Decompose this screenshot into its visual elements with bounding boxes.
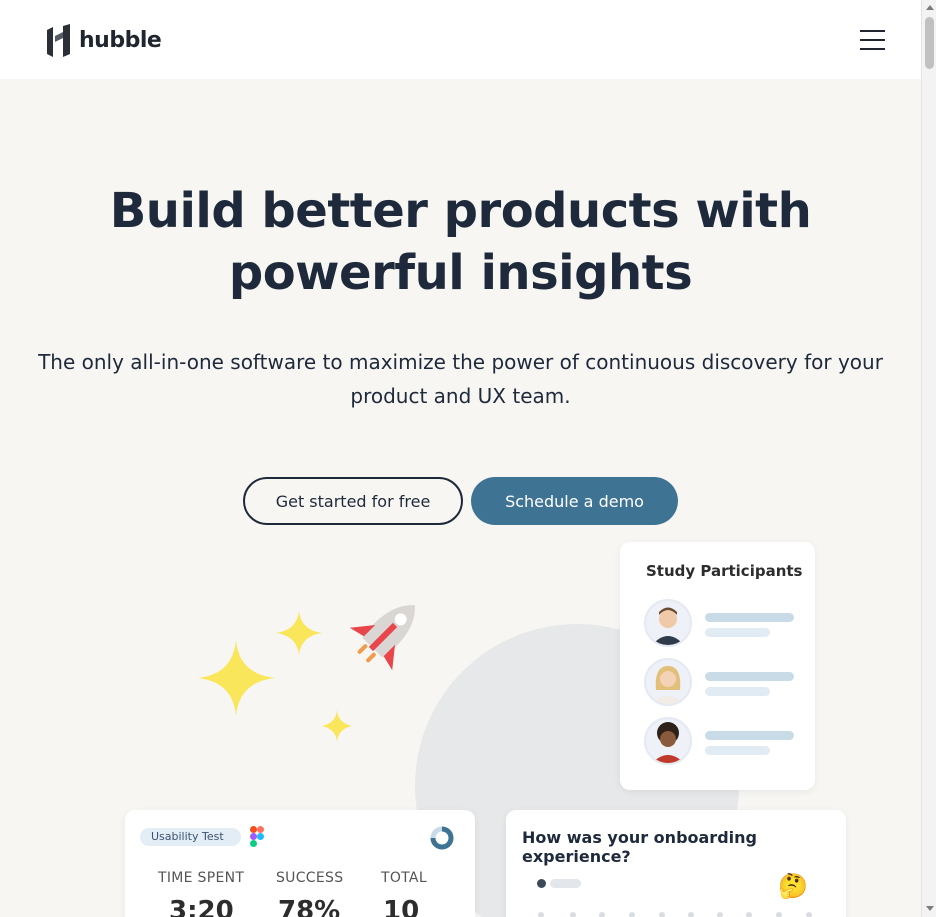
subline-line-1: The only all-in-one software to maximize… [38, 350, 883, 374]
scrollbar-thumb[interactable] [925, 17, 934, 69]
scroll-up-arrow-icon[interactable] [926, 5, 934, 10]
usability-badge: Usability Test [140, 828, 241, 846]
avatar [644, 717, 692, 765]
progress-donut-icon [430, 826, 454, 850]
figma-icon [250, 826, 264, 847]
hubble-logo-icon [47, 24, 70, 57]
survey-option-dot[interactable] [537, 879, 546, 888]
usability-test-card: Usability Test TIME SPENT 3:20 SUCCESS 7… [125, 810, 475, 917]
participant-row [644, 658, 804, 706]
study-participants-card: Study Participants [620, 542, 815, 790]
survey-option-bar [550, 879, 581, 888]
stat-value-total: 10 [383, 896, 420, 917]
stat-label-success: SUCCESS [276, 870, 344, 886]
scroll-down-arrow-icon[interactable] [926, 906, 934, 911]
avatar [644, 658, 692, 706]
get-started-button[interactable]: Get started for free [243, 477, 463, 525]
avatar [644, 599, 692, 647]
participant-row [644, 717, 804, 765]
survey-question: How was your onboarding experience? [522, 828, 757, 866]
stat-label-time-spent: TIME SPENT [158, 870, 245, 886]
site-header: hubble [0, 0, 921, 79]
subline-line-2: product and UX team. [350, 384, 571, 408]
brand-name: hubble [79, 28, 162, 53]
hero-headline: Build better products with powerful insi… [0, 180, 921, 304]
participants-title: Study Participants [646, 562, 803, 580]
stat-value-time-spent: 3:20 [169, 896, 234, 917]
stat-value-success: 78% [278, 896, 341, 917]
hero-subline: The only all-in-one software to maximize… [30, 345, 891, 413]
hamburger-menu-icon[interactable] [860, 28, 886, 52]
thinking-face-icon: 🤔 [778, 872, 808, 900]
sparkle-stars-icon [198, 611, 352, 742]
rocket-icon [349, 605, 415, 671]
stat-label-total: TOTAL [381, 870, 427, 886]
headline-line-1: Build better products with [109, 183, 812, 239]
participant-row [644, 599, 804, 647]
brand-logo[interactable]: hubble [47, 24, 162, 57]
vertical-scrollbar[interactable] [921, 0, 936, 917]
schedule-demo-button[interactable]: Schedule a demo [471, 477, 678, 525]
headline-line-2: powerful insights [228, 245, 693, 301]
onboarding-survey-card: How was your onboarding experience? 🤔 [506, 810, 846, 917]
